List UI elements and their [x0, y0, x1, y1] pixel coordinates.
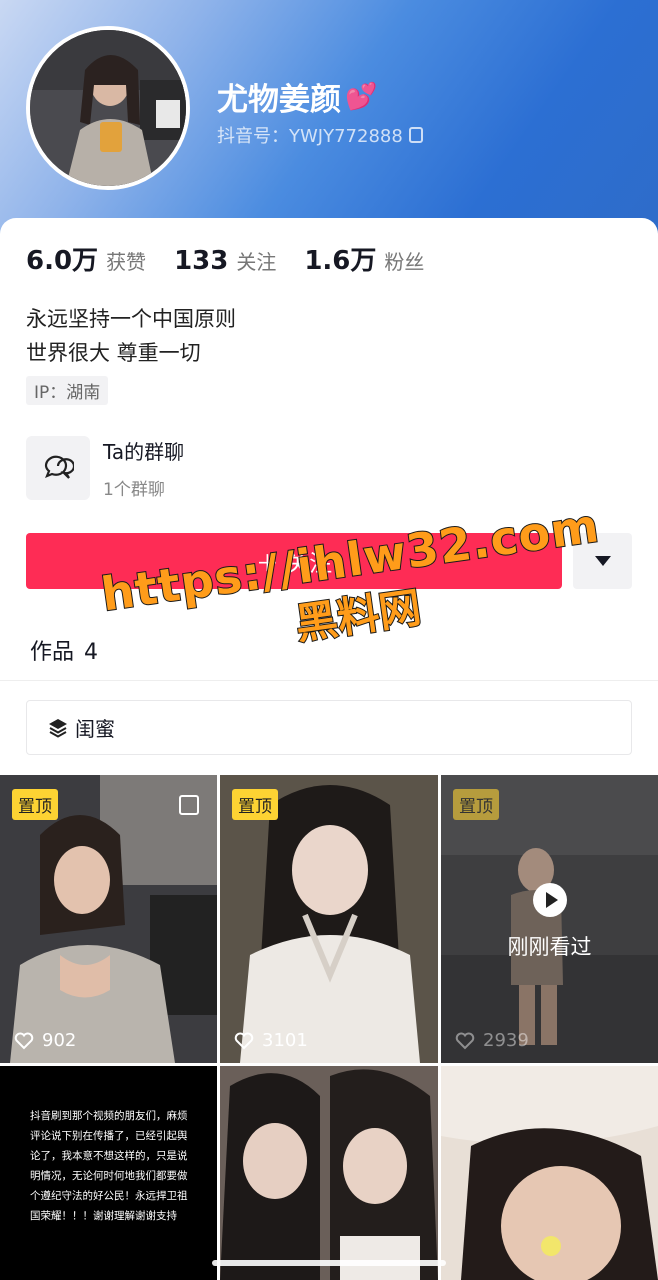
- ip-location-tag: IP：湖南: [26, 376, 109, 405]
- video-tile[interactable]: 置顶 3101: [220, 775, 438, 1063]
- group-chat-icon: [26, 436, 90, 500]
- recently-watched-label: 刚刚看过: [507, 935, 592, 959]
- bio-line: 永远坚持一个中国原则: [26, 307, 236, 331]
- collection-entry[interactable]: 闺蜜: [26, 700, 632, 755]
- video-tile[interactable]: 置顶 902: [0, 775, 217, 1063]
- like-count-value: 2939: [483, 1030, 529, 1051]
- douyin-id-text: 抖音号：YWJY772888: [217, 126, 403, 147]
- heart-icon: [14, 1032, 34, 1049]
- video-tile[interactable]: [441, 1066, 658, 1280]
- layers-icon: [49, 718, 67, 738]
- stat-likes[interactable]: 6.0万 获赞: [26, 240, 146, 277]
- stat-label: 关注: [236, 250, 277, 274]
- stat-value: 6.0万: [26, 246, 99, 276]
- pinned-badge: 置顶: [453, 789, 499, 820]
- stat-label: 获赞: [106, 250, 147, 274]
- profile-nickname: 尤物姜颜 💕: [217, 74, 377, 119]
- hearts-emoji: 💕: [345, 81, 378, 112]
- copy-icon[interactable]: [408, 127, 423, 143]
- tab-works[interactable]: 作品 4: [30, 634, 98, 666]
- pinned-badge: 置顶: [232, 789, 278, 820]
- group-chat-entry[interactable]: Ta的群聊 1个群聊: [26, 436, 184, 500]
- stat-label: 粉丝: [384, 250, 425, 274]
- stat-following[interactable]: 133 关注: [174, 246, 276, 276]
- like-count: 2939: [455, 1030, 529, 1051]
- group-chat-count: 1个群聊: [103, 480, 165, 500]
- heart-icon: [455, 1032, 475, 1049]
- multi-image-icon: [179, 795, 199, 815]
- video-tile[interactable]: 置顶 刚刚看过 2939: [441, 775, 658, 1063]
- profile-avatar[interactable]: [26, 26, 190, 190]
- bio-line: 世界很大 尊重一切: [26, 341, 201, 365]
- group-chat-title: Ta的群聊: [103, 440, 185, 464]
- heart-icon: [234, 1032, 254, 1049]
- tab-divider: [0, 680, 658, 681]
- play-icon[interactable]: [533, 883, 567, 917]
- like-count: 902: [14, 1030, 76, 1051]
- profile-stats: 6.0万 获赞 133 关注 1.6万 粉丝: [26, 240, 452, 277]
- profile-bio: 永远坚持一个中国原则 世界很大 尊重一切: [26, 302, 236, 370]
- video-tile[interactable]: 抖音刷到那个视频的朋友们，麻烦评论说下别在传播了，已经引起舆论了，我本意不想这样…: [0, 1066, 217, 1280]
- stat-followers[interactable]: 1.6万 粉丝: [304, 240, 424, 277]
- douyin-id-row[interactable]: 抖音号：YWJY772888: [217, 122, 423, 148]
- like-count: 3101: [234, 1030, 308, 1051]
- stat-value: 1.6万: [304, 246, 377, 276]
- notice-text: 抖音刷到那个视频的朋友们，麻烦评论说下别在传播了，已经引起舆论了，我本意不想这样…: [30, 1110, 188, 1222]
- collection-label: 闺蜜: [75, 717, 115, 741]
- home-indicator[interactable]: [212, 1260, 446, 1266]
- nickname-text: 尤物姜颜: [217, 82, 341, 118]
- video-tile[interactable]: [220, 1066, 438, 1280]
- tab-works-label: 作品: [30, 640, 75, 665]
- like-count-value: 902: [42, 1030, 77, 1051]
- like-count-value: 3101: [262, 1030, 308, 1051]
- stat-value: 133: [174, 246, 229, 276]
- tab-works-count: 4: [84, 640, 99, 665]
- pinned-badge: 置顶: [12, 789, 58, 820]
